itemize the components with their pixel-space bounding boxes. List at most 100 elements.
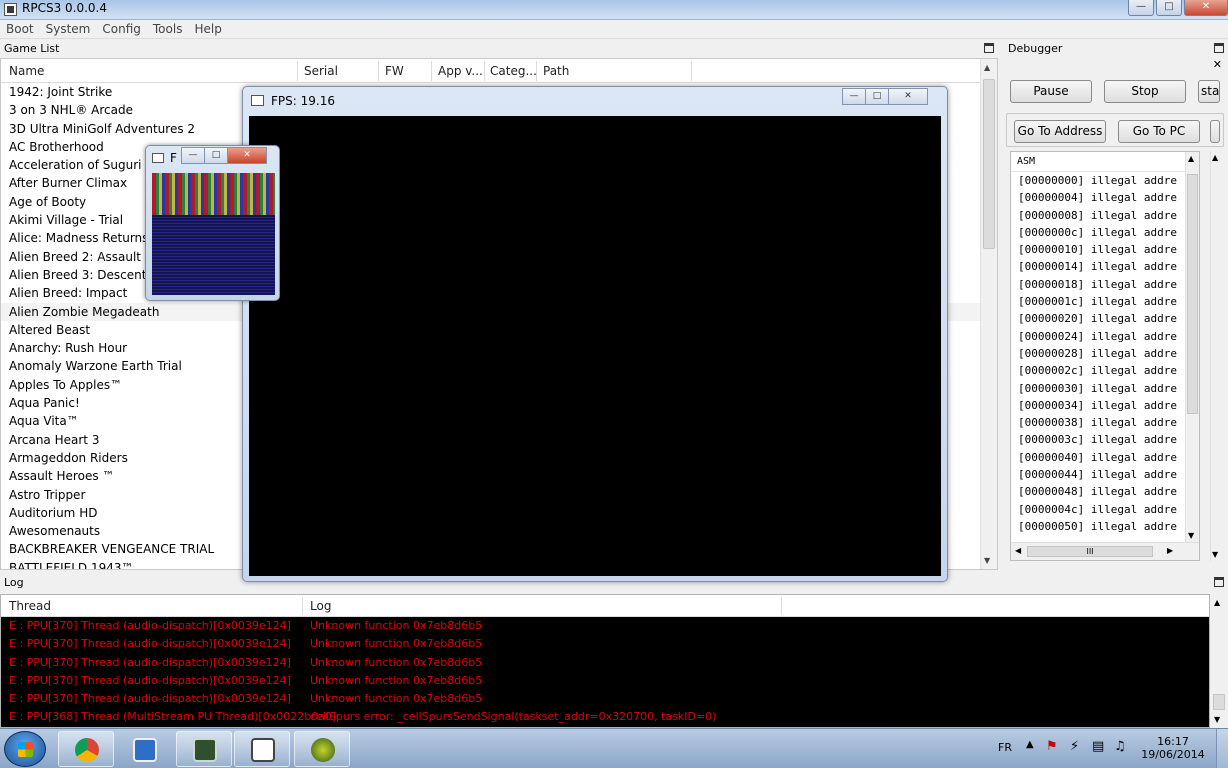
menu-config[interactable]: Config <box>96 20 147 38</box>
network-icon[interactable]: ▤ <box>1092 739 1104 754</box>
taskbar-window[interactable] <box>234 731 290 767</box>
log-entry[interactable]: E : PPU[370] Thread (audio-dispatch)[0x0… <box>1 635 1209 653</box>
scroll-down-icon[interactable]: ▼ <box>1212 550 1218 559</box>
asm-line[interactable]: [00000010] illegal addre <box>1011 241 1199 258</box>
minimize-icon[interactable]: — <box>842 88 866 105</box>
log-entry[interactable]: E : PPU[370] Thread (audio-dispatch)[0x0… <box>1 690 1209 708</box>
asm-line[interactable]: [0000002c] illegal addre <box>1011 362 1199 379</box>
scroll-thumb[interactable] <box>1213 694 1225 710</box>
asm-line[interactable]: [0000004c] illegal addre <box>1011 501 1199 518</box>
asm-line[interactable]: [00000014] illegal addre <box>1011 258 1199 275</box>
scroll-down-icon[interactable]: ▼ <box>1214 715 1220 724</box>
power-icon[interactable]: ⚡ <box>1070 739 1079 754</box>
scroll-up-icon[interactable]: ▲ <box>1212 153 1218 162</box>
column-path[interactable]: Path <box>543 64 569 78</box>
asm-line[interactable]: [00000048] illegal addre <box>1011 483 1199 500</box>
column-separator <box>297 61 298 81</box>
asm-line[interactable]: [0000000c] illegal addre <box>1011 224 1199 241</box>
column-thread[interactable]: Thread <box>9 599 51 613</box>
action-center-icon[interactable]: ⚑ <box>1046 739 1058 754</box>
minimize-icon[interactable]: — <box>1128 0 1154 16</box>
asm-hscrollbar[interactable]: ◀ III ▶ <box>1011 542 1199 560</box>
column-name[interactable]: Name <box>9 64 44 78</box>
game-list-scrollbar[interactable]: ▲ ▼ <box>980 59 997 569</box>
close-icon[interactable]: ✕ <box>888 88 928 105</box>
scroll-up-icon[interactable]: ▲ <box>984 63 990 72</box>
log-entry[interactable]: E : PPU[370] Thread (audio-dispatch)[0x0… <box>1 654 1209 672</box>
asm-line[interactable]: [00000038] illegal addre <box>1011 414 1199 431</box>
scroll-thumb[interactable] <box>983 79 995 249</box>
asm-line[interactable]: [0000003c] illegal addre <box>1011 431 1199 448</box>
clock-time: 16:17 <box>1157 735 1189 748</box>
scroll-up-icon[interactable]: ▲ <box>1188 154 1194 163</box>
close-icon[interactable]: ✕ <box>1184 0 1228 16</box>
asm-line[interactable]: [00000028] illegal addre <box>1011 345 1199 362</box>
volume-icon[interactable]: ♫ <box>1114 739 1126 754</box>
asm-line[interactable]: [00000018] illegal addre <box>1011 276 1199 293</box>
scroll-down-icon[interactable]: ▼ <box>984 556 990 565</box>
window-controls: — □ ✕ <box>1126 0 1228 18</box>
scroll-down-icon[interactable]: ▼ <box>1188 531 1194 540</box>
maximize-icon[interactable]: □ <box>1156 0 1182 16</box>
log-thread: E : PPU[370] Thread (audio-dispatch)[0x0… <box>9 637 291 651</box>
taskbar-media-player[interactable] <box>116 731 172 767</box>
go-to-pc-button[interactable]: Go To PC <box>1118 120 1200 143</box>
dock-float-icon[interactable] <box>984 43 994 53</box>
column-serial[interactable]: Serial <box>304 64 338 78</box>
scroll-right-icon[interactable]: ▶ <box>1167 546 1173 555</box>
start-button[interactable] <box>4 731 46 767</box>
start-button[interactable]: sta <box>1198 80 1220 103</box>
menu-boot[interactable]: Boot <box>0 20 40 38</box>
asm-line[interactable]: [00000020] illegal addre <box>1011 310 1199 327</box>
menu-help[interactable]: Help <box>188 20 227 38</box>
asm-line[interactable]: [00000000] illegal addre <box>1011 172 1199 189</box>
clock[interactable]: 16:17 19/06/2014 <box>1140 735 1206 761</box>
taskbar-chrome[interactable] <box>58 731 114 767</box>
asm-line[interactable]: [0000001c] illegal addre <box>1011 293 1199 310</box>
debugger-more-button[interactable] <box>1210 120 1220 143</box>
asm-line[interactable]: [00000050] illegal addre <box>1011 518 1199 535</box>
column-fw[interactable]: FW <box>385 64 404 78</box>
dock-float-icon[interactable] <box>1214 577 1224 587</box>
maximize-icon[interactable]: □ <box>865 88 889 105</box>
stop-button[interactable]: Stop <box>1104 80 1186 103</box>
tray-expand-icon[interactable]: ▲ <box>1026 739 1034 750</box>
texture-viewer-window[interactable]: F — □ ✕ <box>145 145 280 301</box>
asm-line[interactable]: [00000030] illegal addre <box>1011 380 1199 397</box>
column-log[interactable]: Log <box>310 599 331 613</box>
asm-line[interactable]: [00000034] illegal addre <box>1011 397 1199 414</box>
scroll-thumb[interactable] <box>1187 174 1198 414</box>
pause-button[interactable]: Pause <box>1010 80 1092 103</box>
scroll-thumb[interactable]: III <box>1027 546 1153 557</box>
log-entry[interactable]: E : PPU[370] Thread (audio-dispatch)[0x0… <box>1 672 1209 690</box>
scroll-left-icon[interactable]: ◀ <box>1015 546 1021 555</box>
asm-line[interactable]: [00000004] illegal addre <box>1011 189 1199 206</box>
menu-system[interactable]: System <box>40 20 97 38</box>
column-category[interactable]: Categ... <box>490 64 537 78</box>
log-entry[interactable]: E : PPU[368] Thread (MultiStream PU Thre… <box>1 708 1209 726</box>
taskbar-task-manager[interactable] <box>176 731 232 767</box>
maximize-icon[interactable]: □ <box>204 147 228 164</box>
log-message: Unknown function 0x7eb8d6b5 <box>310 673 483 687</box>
go-to-address-button[interactable]: Go To Address <box>1014 120 1106 143</box>
debugger-scrollbar[interactable]: ▲ ▼ <box>1210 151 1222 561</box>
minimize-icon[interactable]: — <box>181 147 205 164</box>
log-entry[interactable]: E : PPU[370] Thread (audio-dispatch)[0x0… <box>1 617 1209 635</box>
close-icon[interactable]: ✕ <box>227 147 267 164</box>
close-icon[interactable]: ✕ <box>1213 58 1222 71</box>
language-indicator[interactable]: FR <box>998 741 1012 754</box>
dock-float-icon[interactable] <box>1214 43 1224 53</box>
asm-line[interactable]: [00000044] illegal addre <box>1011 466 1199 483</box>
log-scrollbar[interactable]: ▲ ▼ <box>1210 594 1228 728</box>
asm-line[interactable]: [00000024] illegal addre <box>1011 328 1199 345</box>
asm-line[interactable]: [00000008] illegal addre <box>1011 207 1199 224</box>
render-canvas[interactable] <box>249 116 941 576</box>
fps-render-window[interactable]: FPS: 19.16 — □ ✕ <box>242 86 948 582</box>
asm-vscrollbar[interactable]: ▲ ▼ <box>1185 152 1199 542</box>
column-app-version[interactable]: App v... <box>438 64 483 78</box>
taskbar-app[interactable] <box>294 731 350 767</box>
menu-tools[interactable]: Tools <box>147 20 189 38</box>
show-desktop-button[interactable] <box>1216 729 1228 768</box>
scroll-up-icon[interactable]: ▲ <box>1214 598 1220 607</box>
asm-line[interactable]: [00000040] illegal addre <box>1011 449 1199 466</box>
